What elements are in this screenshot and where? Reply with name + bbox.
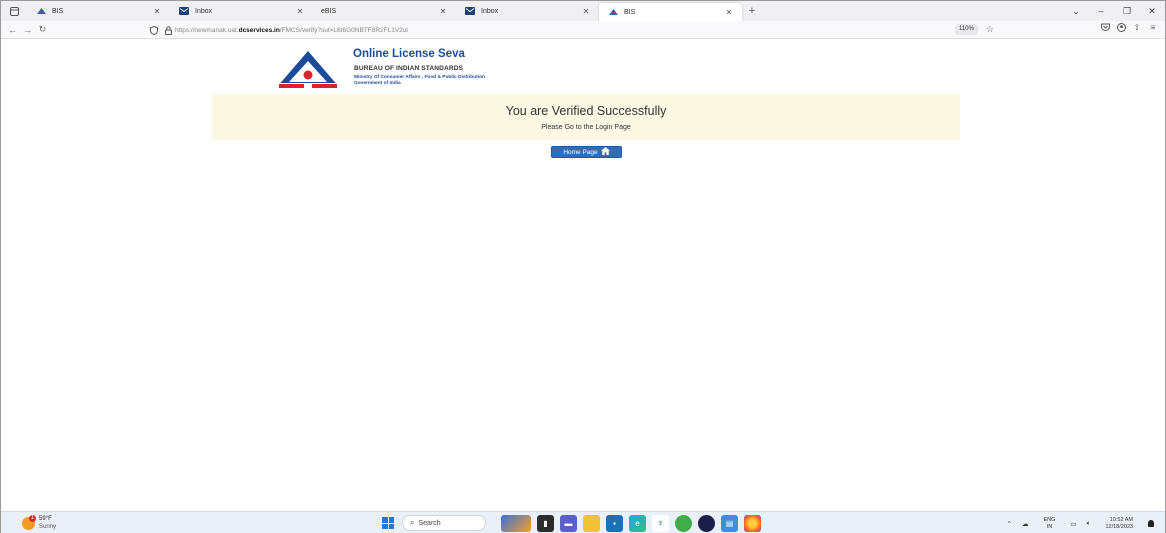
menu-icon[interactable]: ≡ [1145, 23, 1161, 34]
tab-bar: BIS ✕ Inbox ✕ eBIS ✕ Inbox ✕ BIS ✕ + ⌄ –… [1, 1, 1165, 21]
taskbar-search[interactable]: ⌕ Search [402, 515, 486, 531]
cloud-icon[interactable]: ☁ [1022, 520, 1029, 528]
back-arrow-icon[interactable]: ← [5, 25, 20, 35]
pocket-icon[interactable] [1097, 23, 1113, 34]
widgets-app-icon[interactable] [501, 515, 531, 532]
site-title: Online License Seva [353, 48, 465, 60]
close-window-button[interactable]: ✕ [1139, 1, 1165, 21]
browser-window: BIS ✕ Inbox ✕ eBIS ✕ Inbox ✕ BIS ✕ + ⌄ –… [0, 0, 1166, 533]
ministry-name: Ministry Of Consumer Affairs , Food & Pu… [354, 75, 485, 80]
bookmark-star-icon[interactable]: ☆ [986, 24, 994, 35]
url-text: https://newmanak.uat.dcservices.in/FMCS/… [175, 26, 408, 34]
input-language[interactable]: ENG IN [1038, 517, 1060, 531]
tab-title: BIS [52, 7, 64, 15]
government-name: Government of India [354, 81, 401, 86]
tab-title: eBIS [321, 7, 337, 15]
verification-subtitle: Please Go to the Login Page [541, 124, 631, 131]
tab-title: Inbox [195, 7, 213, 15]
home-page-button[interactable]: Home Page [551, 146, 622, 158]
search-placeholder: Search [418, 519, 441, 527]
weather-description: Sunny [39, 524, 57, 530]
clock-time: 10:52 AM [1109, 516, 1133, 523]
bis-logo [273, 49, 343, 91]
system-tray: ⌃ ☁ ENG IN ▭ 🔈︎ 10:52 AM 12/18/2023 [1002, 515, 1159, 532]
tab-inbox-2[interactable]: Inbox ✕ [456, 1, 599, 21]
close-icon[interactable]: ✕ [581, 7, 591, 16]
firefox-icon[interactable] [744, 515, 761, 532]
taskbar: 1 59°F Sunny ⌕ Search ▮ ▬ ▪ e ♆ ▤ ⌃ ☁ EN… [1, 511, 1165, 533]
edge-browser-icon[interactable]: e [629, 515, 646, 532]
organization-name: BUREAU OF INDIAN STANDARDS [354, 65, 464, 72]
home-page-label: Home Page [563, 148, 598, 156]
weather-notification-badge: 1 [29, 515, 36, 522]
address-bar[interactable]: https://newmanak.uat.dcservices.in/FMCS/… [147, 23, 1007, 37]
tab-title: BIS [624, 8, 636, 16]
tab-list-button[interactable] [1, 1, 27, 21]
file-explorer-icon[interactable] [583, 515, 600, 532]
clock-date: 12/18/2023 [1105, 523, 1133, 530]
new-tab-button[interactable]: + [742, 1, 762, 21]
share-icon[interactable]: ⇧ [1129, 23, 1145, 34]
task-view-icon[interactable]: ▮ [537, 515, 554, 532]
mail-icon [178, 7, 190, 15]
app-icon[interactable]: ♆ [652, 515, 669, 532]
close-icon[interactable]: ✕ [295, 7, 305, 16]
tab-bis-active[interactable]: BIS ✕ [599, 3, 742, 21]
start-button[interactable] [382, 517, 394, 529]
minimize-button[interactable]: – [1087, 1, 1115, 21]
chrome-icon[interactable] [675, 515, 692, 532]
tab-inbox-1[interactable]: Inbox ✕ [170, 1, 313, 21]
tab-list-icon [9, 6, 19, 16]
restore-button[interactable]: ❐ [1115, 1, 1139, 21]
close-icon[interactable]: ✕ [724, 8, 734, 17]
mail-icon [464, 7, 476, 15]
close-icon[interactable]: ✕ [438, 7, 448, 16]
media-app-icon[interactable] [698, 515, 715, 532]
bis-logo-icon [35, 8, 47, 14]
notification-bell-icon[interactable] [1148, 520, 1154, 527]
zoom-level-badge[interactable]: 110% [955, 24, 978, 35]
lock-icon[interactable] [161, 25, 175, 35]
teams-chat-icon[interactable]: ▬ [560, 515, 577, 532]
navigation-bar: ← → ↻ https://newmanak.uat.dcservices.in… [1, 21, 1165, 39]
tab-bis-1[interactable]: BIS ✕ [27, 1, 170, 21]
verification-title: You are Verified Successfully [505, 104, 667, 118]
account-icon[interactable] [1113, 23, 1129, 34]
tab-title: Inbox [481, 7, 499, 15]
taskbar-apps: ▮ ▬ ▪ e ♆ ▤ [501, 515, 761, 532]
clock[interactable]: 10:52 AM 12/18/2023 [1100, 517, 1138, 531]
verification-banner: You are Verified Successfully Please Go … [212, 94, 960, 140]
reload-icon[interactable]: ↻ [35, 24, 50, 35]
store-icon[interactable]: ▪ [606, 515, 623, 532]
outlook-icon[interactable]: ▤ [721, 515, 738, 532]
forward-arrow-icon[interactable]: → [20, 25, 35, 35]
chevron-up-icon[interactable]: ⌃ [1007, 520, 1012, 528]
search-icon: ⌕ [410, 518, 415, 527]
shield-icon[interactable] [147, 25, 161, 35]
home-icon [600, 147, 610, 157]
display-icon[interactable]: ▭ [1070, 520, 1076, 528]
tab-ebis[interactable]: eBIS ✕ [313, 1, 456, 21]
close-icon[interactable]: ✕ [152, 7, 162, 16]
weather-temperature: 59°F [39, 516, 52, 522]
chevron-down-icon[interactable]: ⌄ [1065, 1, 1087, 21]
bis-logo-icon [607, 9, 619, 15]
volume-icon[interactable]: 🔈︎ [1087, 520, 1091, 528]
